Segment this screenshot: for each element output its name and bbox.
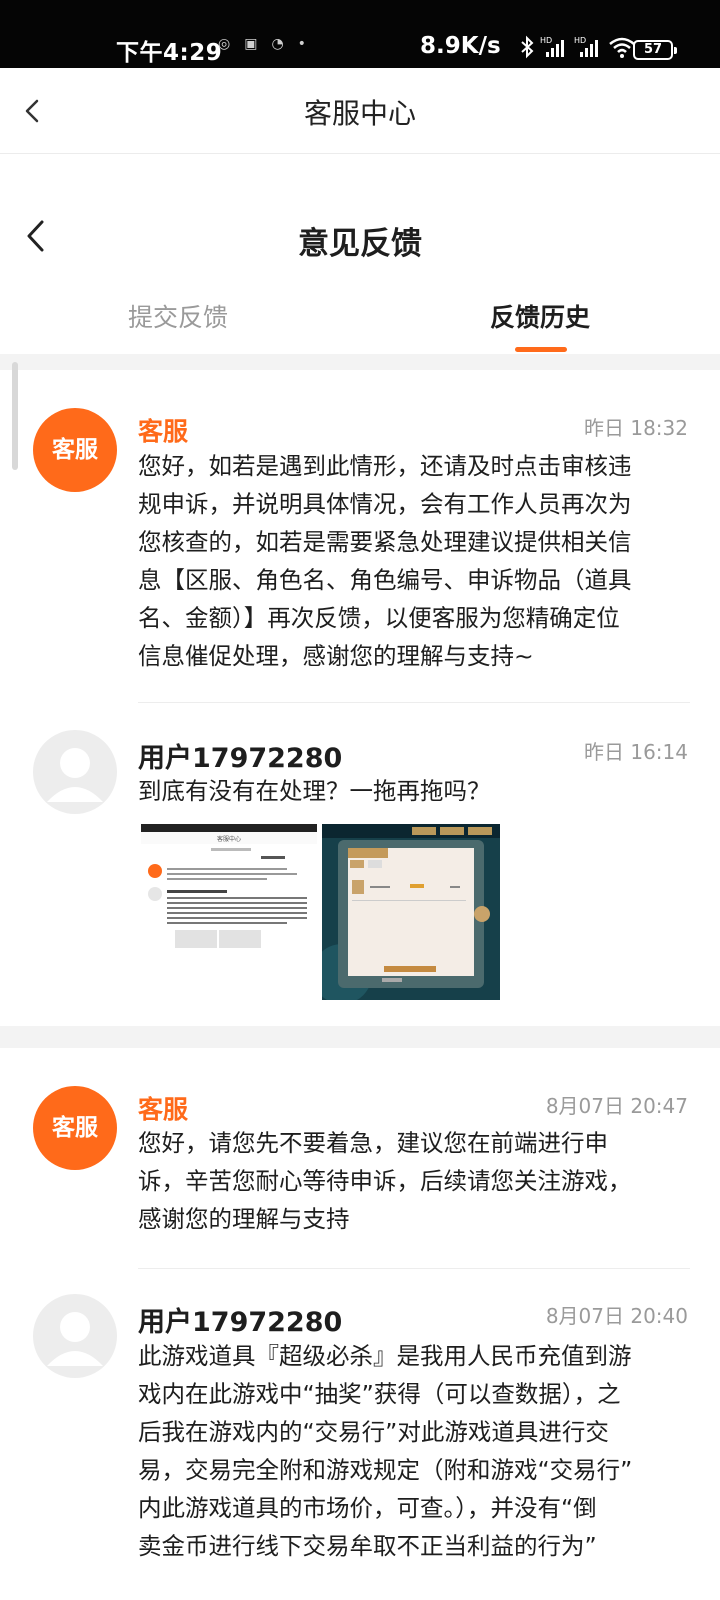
message-line: 名、金额）】再次反馈，以便客服为您精确定位 bbox=[138, 604, 620, 632]
attachment-thumbnail[interactable] bbox=[322, 824, 500, 1000]
divider bbox=[138, 1268, 690, 1269]
message-time: 昨日 16:14 bbox=[584, 740, 688, 764]
message-line: 感谢您的理解与支持 bbox=[138, 1205, 350, 1233]
bluetooth-icon bbox=[521, 35, 534, 59]
message-line: 到底有没有在处理？一拖再拖吗？ bbox=[138, 777, 491, 805]
outer-nav-bar: 客服中心 bbox=[0, 68, 720, 154]
avatar bbox=[33, 730, 117, 814]
battery-icon: 57 bbox=[633, 40, 677, 60]
user-avatar-icon bbox=[47, 748, 103, 802]
message-line: 卖金币进行线下交易牟取不正当利益的行为” bbox=[138, 1532, 597, 1560]
tab-submit-feedback[interactable]: 提交反馈 bbox=[128, 298, 228, 334]
message-line: 后我在游戏内的“交易行”对此游戏道具进行交 bbox=[138, 1418, 609, 1446]
mail-icon: ▣ bbox=[244, 36, 272, 52]
section-divider bbox=[0, 1026, 720, 1048]
sender-name: 用户17972280 bbox=[138, 1307, 343, 1338]
notification-icon: ◎ bbox=[218, 36, 245, 52]
section-divider bbox=[0, 354, 720, 370]
status-icons: HD HD bbox=[520, 34, 636, 60]
message-time: 昨日 18:32 bbox=[584, 416, 688, 440]
message-body: 您好，如若是遇到此情形，还请及时点击审核违 规申诉，并说明具体情况，会有工作人员… bbox=[138, 447, 690, 675]
message-line: 您好，请您先不要着急，建议您在前端进行申 bbox=[138, 1129, 608, 1157]
avatar bbox=[33, 1294, 117, 1378]
tab-feedback-history[interactable]: 反馈历史 bbox=[490, 298, 590, 334]
message-line: 诉，辛苦您耐心等待申诉，后续请您关注游戏， bbox=[138, 1167, 632, 1195]
status-time: 下午4:29 bbox=[116, 40, 223, 66]
message-line: 息【区服、角色名、角色编号、申诉物品（道具 bbox=[138, 566, 632, 594]
net-speed: 8.9K/s bbox=[420, 33, 501, 59]
message-body: 此游戏道具『超级必杀』是我用人民币充值到游 戏内在此游戏中“抽奖”获得（可以查数… bbox=[138, 1337, 690, 1565]
message-line: 内此游戏道具的市场价，可查。），并没有“倒 bbox=[138, 1494, 597, 1522]
message-line: 您核查的，如若是需要紧急处理建议提供相关信 bbox=[138, 528, 632, 556]
notification-icons: ◎▣◔• bbox=[218, 36, 320, 52]
signal-hd-icon: HD bbox=[540, 36, 564, 57]
svg-text:HD: HD bbox=[540, 36, 552, 45]
message-line: 信息催促处理，感谢您的理解与支持~ bbox=[138, 642, 534, 670]
sender-name: 客服 bbox=[138, 1095, 189, 1124]
game-screenshot-image bbox=[322, 824, 500, 1000]
status-bar: 下午4:29 ◎▣◔• 8.9K/s HD HD 57 bbox=[0, 0, 720, 68]
message-body: 到底有没有在处理？一拖再拖吗？ bbox=[138, 772, 690, 810]
message-item: 客服 客服 昨日 18:32 您好，如若是遇到此情形，还请及时点击审核违 规申诉… bbox=[0, 370, 720, 1030]
message-item: 客服 客服 8月07日 20:47 您好，请您先不要着急，建议您在前端进行申 诉… bbox=[0, 1048, 720, 1600]
message-line: 您好，如若是遇到此情形，还请及时点击审核违 bbox=[138, 452, 632, 480]
wifi-icon bbox=[609, 37, 635, 58]
message-line: 戏内在此游戏中“抽奖”获得（可以查数据），之 bbox=[138, 1380, 621, 1408]
message-time: 8月07日 20:47 bbox=[545, 1094, 688, 1118]
active-tab-indicator bbox=[515, 347, 567, 352]
user-avatar-icon bbox=[47, 1312, 103, 1366]
message-time: 8月07日 20:40 bbox=[545, 1304, 688, 1328]
message-line: 易，交易完全附和游戏规定（附和游戏“交易行” bbox=[138, 1456, 633, 1484]
message-line: 此游戏道具『超级必杀』是我用人民币充值到游 bbox=[138, 1342, 632, 1370]
attachment-thumbnail[interactable]: 客服中心 bbox=[141, 824, 317, 1000]
avatar: 客服 bbox=[33, 1086, 117, 1170]
svg-text:HD: HD bbox=[574, 36, 586, 45]
app-icon: ◔ bbox=[271, 36, 298, 52]
message-line: 规申诉，并说明具体情况，会有工作人员再次为 bbox=[138, 490, 632, 518]
feedback-title: 意见反馈 bbox=[298, 226, 422, 262]
attachment-image: 客服中心 bbox=[141, 824, 317, 948]
sender-name: 用户17972280 bbox=[138, 743, 343, 774]
more-dot-icon: • bbox=[297, 36, 320, 52]
divider bbox=[138, 702, 690, 703]
sender-name: 客服 bbox=[138, 417, 189, 446]
message-body: 您好，请您先不要着急，建议您在前端进行申 诉，辛苦您耐心等待申诉，后续请您关注游… bbox=[138, 1124, 690, 1238]
signal-hd-icon: HD bbox=[574, 36, 598, 57]
avatar: 客服 bbox=[33, 408, 117, 492]
feedback-header: 意见反馈 提交反馈 反馈历史 bbox=[0, 154, 720, 354]
page-title: 客服中心 bbox=[303, 97, 416, 130]
attachment-caption: 客服中心 bbox=[217, 835, 241, 843]
